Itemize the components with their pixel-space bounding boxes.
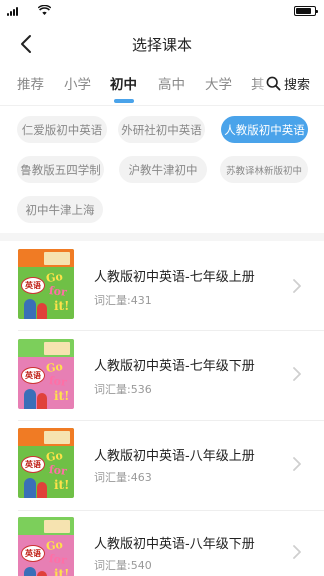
chip-renai[interactable]: 仁爱版初中英语 [17, 116, 107, 143]
book-item[interactable]: 英语 Go for it! 人教版初中英语-八年级下册 词汇量:540 [0, 509, 324, 576]
chevron-right-icon [293, 367, 301, 381]
active-tab-indicator [114, 99, 134, 103]
book-cover: 英语 Go for it! [18, 249, 74, 319]
tab-junior-high[interactable]: 初中 [110, 73, 137, 93]
chip-lujiao[interactable]: 鲁教版五四学制 [17, 156, 104, 183]
book-vocab-count: 词汇量:431 [94, 294, 152, 307]
chip-waiyanshe[interactable]: 外研社初中英语 [118, 116, 205, 143]
chip-hujiao[interactable]: 沪教牛津初中 [119, 156, 207, 183]
signal-icon [7, 7, 18, 16]
chevron-right-icon [293, 457, 301, 471]
tab-recommended[interactable]: 推荐 [17, 73, 44, 93]
tab-senior-high[interactable]: 高中 [158, 73, 185, 93]
chip-shanghai-oxford[interactable]: 初中牛津上海 [17, 196, 103, 223]
book-title: 人教版初中英语-七年级下册 [94, 359, 255, 374]
book-title: 人教版初中英语-八年级上册 [94, 449, 255, 464]
book-item[interactable]: 英语 Go for it! 人教版初中英语-七年级下册 词汇量:536 [0, 331, 324, 421]
section-divider [0, 233, 324, 241]
book-item[interactable]: 英语 Go for it! 人教版初中英语-八年级上册 词汇量:463 [0, 421, 324, 511]
status-bar [0, 0, 324, 22]
book-cover: 英语 Go for it! [18, 428, 74, 498]
tab-primary[interactable]: 小学 [64, 73, 91, 93]
book-title: 人教版初中英语-八年级下册 [94, 537, 255, 552]
book-item[interactable]: 英语 Go for it! 人教版初中英语-七年级上册 词汇量:431 [0, 241, 324, 331]
chip-renjiao[interactable]: 人教版初中英语 [221, 116, 308, 143]
search-button[interactable]: 搜索 [264, 72, 311, 94]
chevron-right-icon [293, 279, 301, 293]
search-icon [266, 76, 281, 90]
book-vocab-count: 词汇量:536 [94, 383, 152, 396]
book-title: 人教版初中英语-七年级上册 [94, 270, 255, 285]
book-vocab-count: 词汇量:540 [94, 559, 152, 572]
book-vocab-count: 词汇量:463 [94, 471, 152, 484]
tab-university[interactable]: 大学 [205, 73, 232, 93]
battery-icon [294, 6, 318, 16]
level-tabs: 推荐 小学 初中 高中 大学 其 搜索 [0, 68, 324, 106]
book-cover: 英语 Go for it! [18, 517, 74, 576]
book-cover: 英语 Go for it! [18, 339, 74, 409]
search-label: 搜索 [284, 77, 311, 93]
wifi-icon [38, 5, 51, 15]
nav-bar: 选择课本 [0, 26, 324, 62]
page-title: 选择课本 [131, 36, 192, 54]
chevron-right-icon [293, 545, 301, 559]
chip-sujiao[interactable]: 苏教译林新版初中 [220, 156, 308, 183]
